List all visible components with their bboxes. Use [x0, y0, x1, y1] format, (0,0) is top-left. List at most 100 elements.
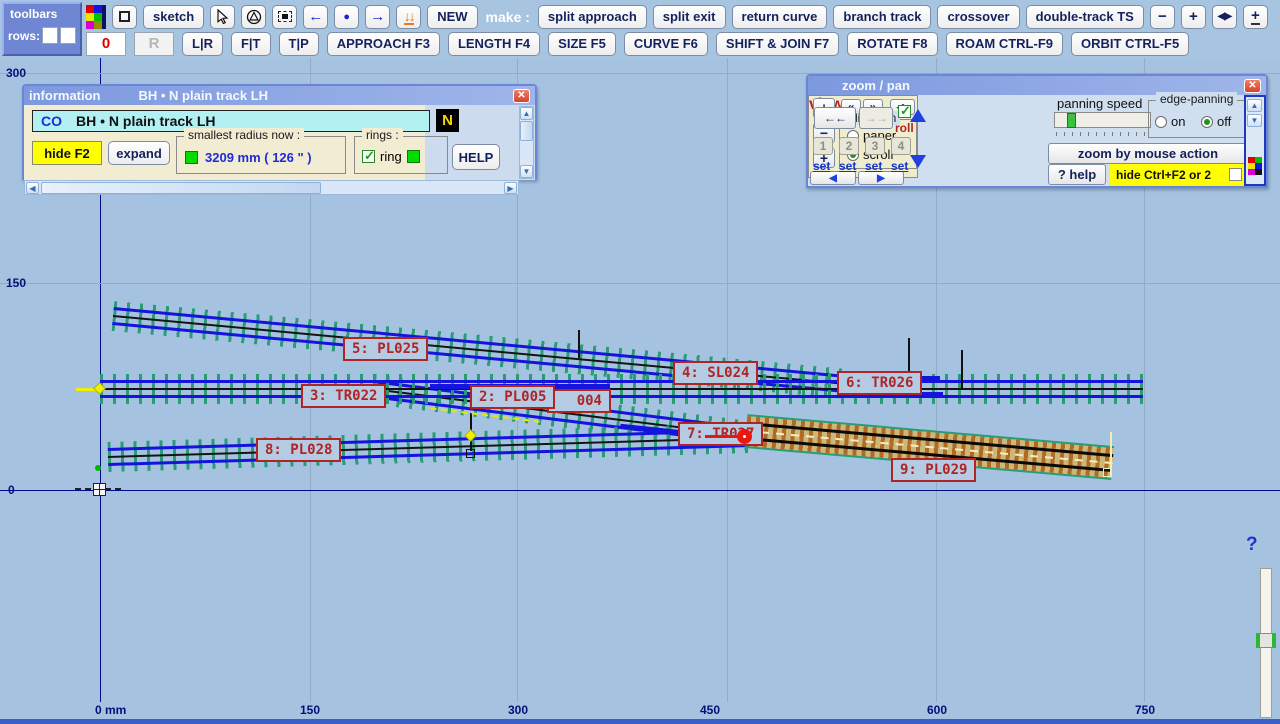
colour-palette-icon[interactable] [86, 5, 106, 29]
ft-button[interactable]: F|T [231, 32, 271, 56]
orbit-ctrl-f5-button[interactable]: ORBIT CTRL-F5 [1071, 32, 1189, 56]
edge-panning-on-radio[interactable] [1155, 116, 1167, 128]
make-label: make : [486, 9, 530, 25]
co-prefix: CO [41, 113, 62, 129]
rows-label: rows: [8, 29, 40, 43]
expand-button[interactable]: expand [108, 141, 170, 165]
new-button[interactable]: NEW [427, 5, 477, 29]
view-forward-button: →→ [859, 107, 893, 129]
split-exit-button[interactable]: split exit [653, 5, 726, 29]
scroll-right-icon[interactable]: ▶ [504, 182, 517, 194]
template-gauge-icon[interactable] [241, 5, 266, 29]
rows-1-button[interactable]: 1 [42, 27, 58, 44]
zoom-in-button[interactable]: + [1181, 5, 1206, 29]
track-label-tr022[interactable]: 3: TR022 [301, 384, 386, 408]
panning-speed-slider[interactable] [1054, 112, 1151, 128]
info-vscrollbar[interactable]: ▲ ▼ [519, 106, 534, 179]
origin-square-marker[interactable] [93, 483, 106, 496]
track-mainline[interactable] [100, 374, 1143, 404]
help-button[interactable]: ? help [1048, 164, 1106, 185]
rotate-f8-button[interactable]: ROTATE F8 [847, 32, 937, 56]
info-hscroll-thumb[interactable] [41, 182, 321, 194]
track-label-partial[interactable]: 004 [547, 389, 611, 413]
hide-panel-strip[interactable]: hide Ctrl+F2 or 2 [1110, 164, 1248, 185]
tp-button[interactable]: T|P [279, 32, 319, 56]
info-vscroll-thumb[interactable] [520, 121, 533, 141]
rows-2-button[interactable]: 2 [60, 27, 76, 44]
page-outline-icon[interactable] [112, 5, 137, 29]
track-label-pl028[interactable]: 8: PL028 [256, 438, 341, 462]
canvas-zoom-slider-thumb[interactable] [1256, 633, 1276, 648]
zero-readout[interactable]: 0 [86, 32, 126, 56]
gauge-badge: N [436, 109, 459, 132]
templot-window: 300 150 0 0 mm 150 300 450 600 750 004 5… [0, 0, 1280, 724]
store-download-icon[interactable]: ↓↓ [396, 5, 421, 29]
split-approach-button[interactable]: split approach [538, 5, 647, 29]
shift-left-icon[interactable]: ← [303, 5, 328, 29]
hide-checkbox[interactable] [1229, 168, 1242, 181]
set-view-1-link[interactable]: set [813, 159, 830, 173]
scroll-up-icon[interactable]: ▲ [1247, 99, 1262, 112]
return-curve-button[interactable]: return curve [732, 5, 828, 29]
green-dot-marker [95, 465, 101, 471]
peg-red-dot[interactable] [737, 429, 752, 444]
pointer-icon[interactable] [210, 5, 235, 29]
track-label-pl029[interactable]: 9: PL029 [891, 458, 976, 482]
zoom-by-mouse-action-button[interactable]: zoom by mouse action [1048, 143, 1248, 164]
zoom-out-button[interactable]: − [1150, 5, 1175, 29]
shift-right-icon[interactable]: → [365, 5, 390, 29]
ruler-x-750: 750 [1135, 703, 1155, 717]
length-f4-button[interactable]: LENGTH F4 [448, 32, 540, 56]
pan-down-icon[interactable] [910, 155, 926, 168]
view-back-button[interactable]: ←← [814, 107, 856, 129]
fit-width-button[interactable]: ◀▶ [1212, 5, 1237, 29]
help-button[interactable]: HELP [452, 144, 500, 170]
roam-ctrl-f9-button[interactable]: ROAM CTRL-F9 [946, 32, 1064, 56]
hide-f2-button[interactable]: hide F2 [32, 141, 102, 165]
scroll-left-icon[interactable]: ◀ [26, 182, 39, 194]
branch-track-button[interactable]: branch track [833, 5, 931, 29]
add-template-button[interactable]: + [1243, 5, 1268, 29]
ruler-x-300: 300 [508, 703, 528, 717]
panning-speed-thumb[interactable] [1067, 113, 1076, 128]
approach-f3-button[interactable]: APPROACH F3 [327, 32, 440, 56]
track-label-tr026[interactable]: 6: TR026 [837, 371, 922, 395]
scroll-up-icon[interactable]: ▲ [520, 107, 533, 120]
size-f5-button[interactable]: SIZE F5 [548, 32, 616, 56]
centre-dot-icon[interactable]: ● [334, 5, 359, 29]
group-select-icon[interactable] [272, 5, 297, 29]
lr-button[interactable]: L|R [182, 32, 223, 56]
set-view-3-link[interactable]: set [865, 159, 882, 173]
ruler-x-600: 600 [927, 703, 947, 717]
set-view-2-link[interactable]: set [839, 159, 856, 173]
curve-f6-button[interactable]: CURVE F6 [624, 32, 708, 56]
sketch-button[interactable]: sketch [143, 5, 204, 29]
pan-right-button[interactable]: ▶ [858, 171, 904, 185]
roll-checkbox[interactable] [898, 105, 911, 118]
ring-colour-swatch[interactable] [407, 150, 420, 163]
track-label-pl005[interactable]: 2: PL005 [470, 385, 555, 409]
help-question-mark[interactable]: ? [1246, 534, 1258, 556]
double-track-ts-button[interactable]: double-track TS [1026, 5, 1144, 29]
ruler-x-0mm: 0 mm [95, 703, 126, 717]
information-panel-title: information [29, 88, 101, 103]
ring-checkbox[interactable] [362, 150, 375, 163]
info-hscrollbar[interactable]: ◀ ▶ [24, 180, 519, 195]
radius-ok-indicator [185, 151, 198, 164]
canvas-zoom-slider[interactable] [1260, 568, 1272, 718]
colour-palette-icon[interactable] [1248, 157, 1262, 175]
track-label-sl024[interactable]: 4: SL024 [673, 361, 758, 385]
rail-joint-tick [961, 350, 963, 390]
scroll-down-icon[interactable]: ▼ [1247, 114, 1262, 127]
information-panel-titlebar[interactable]: information BH • N plain track LH ✕ [24, 86, 535, 105]
crossover-button[interactable]: crossover [937, 5, 1019, 29]
close-icon[interactable]: ✕ [513, 89, 530, 103]
pan-left-button[interactable]: ◀ [810, 171, 856, 185]
close-icon[interactable]: ✕ [1244, 79, 1261, 93]
scroll-down-icon[interactable]: ▼ [520, 165, 533, 178]
track-label-pl025[interactable]: 5: PL025 [343, 337, 428, 361]
set-view-4-link[interactable]: set [891, 159, 908, 173]
shift-join-f7-button[interactable]: SHIFT & JOIN F7 [716, 32, 839, 56]
rail-joint-tick [578, 330, 580, 358]
edge-panning-off-radio[interactable] [1201, 116, 1213, 128]
